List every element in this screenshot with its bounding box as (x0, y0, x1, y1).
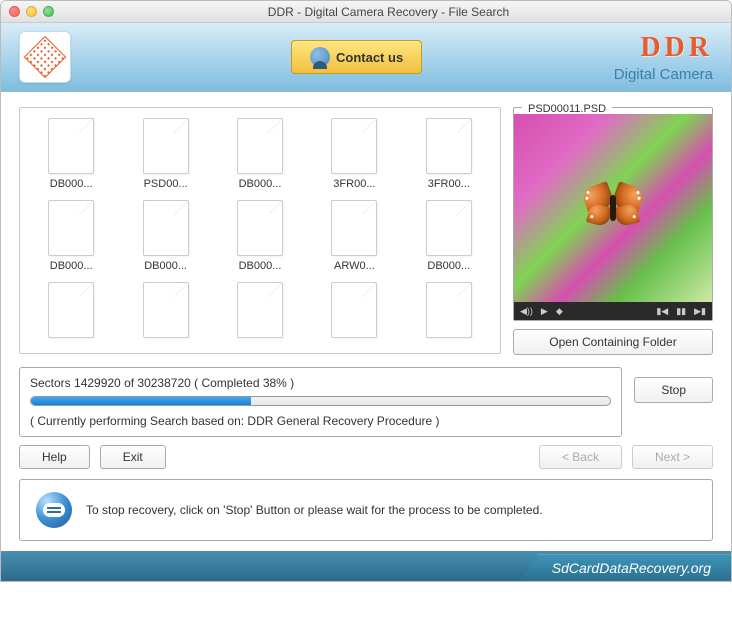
file-grid: DB000... PSD00... DB000... 3FR00... 3FR0… (32, 118, 488, 342)
preview-image[interactable] (514, 114, 712, 302)
progress-text: Sectors 1429920 of 30238720 ( Completed … (30, 376, 611, 390)
content: DB000... PSD00... DB000... 3FR00... 3FR0… (1, 92, 731, 551)
progress-fill (31, 397, 251, 405)
contact-button[interactable]: Contact us (291, 40, 422, 74)
file-item[interactable]: 3FR00... (315, 118, 393, 190)
pause-icon[interactable]: ▮▮ (676, 306, 686, 317)
file-item[interactable]: DB000... (32, 200, 110, 272)
file-icon (48, 282, 94, 338)
file-item[interactable]: PSD00... (126, 118, 204, 190)
info-icon (36, 492, 72, 528)
file-icon (426, 200, 472, 256)
file-icon (331, 118, 377, 174)
butterfly-icon (578, 183, 648, 233)
file-icon (237, 118, 283, 174)
next-icon[interactable]: ▶▮ (694, 306, 706, 317)
file-icon (331, 282, 377, 338)
pattern-icon (24, 36, 66, 78)
file-label: DB000... (40, 178, 102, 190)
file-label: DB000... (229, 260, 291, 272)
open-folder-button[interactable]: Open Containing Folder (513, 329, 713, 355)
file-item[interactable]: DB000... (221, 200, 299, 272)
file-icon (143, 118, 189, 174)
stop-button[interactable]: Stop (634, 377, 713, 403)
info-box: To stop recovery, click on 'Stop' Button… (19, 479, 713, 541)
brand: DDR Digital Camera (614, 32, 713, 83)
close-icon[interactable] (9, 6, 20, 17)
position-icon[interactable]: ◆ (556, 306, 563, 317)
file-label: DB000... (40, 260, 102, 272)
file-item[interactable]: ARW0... (315, 200, 393, 272)
file-icon (143, 200, 189, 256)
file-label: DB000... (418, 260, 480, 272)
minimize-icon[interactable] (26, 6, 37, 17)
file-icon (237, 282, 283, 338)
file-label: 3FR00... (418, 178, 480, 190)
file-label: PSD00... (135, 178, 197, 190)
titlebar: DDR - Digital Camera Recovery - File Sea… (1, 1, 731, 23)
contact-label: Contact us (336, 50, 403, 65)
brand-title: DDR (614, 32, 713, 64)
play-icon[interactable]: ▶ (541, 306, 548, 317)
preview-box: PSD00011.PSD ◀)) (513, 107, 713, 321)
file-icon (426, 118, 472, 174)
file-item[interactable]: DB000... (221, 118, 299, 190)
zoom-icon[interactable] (43, 6, 54, 17)
footer-site[interactable]: SdCardDataRecovery.org (520, 554, 731, 581)
preview-column: PSD00011.PSD ◀)) (513, 107, 713, 355)
media-controls: ◀)) ▶ ◆ ▮◀ ▮▮ ▶▮ (514, 302, 712, 320)
file-icon (426, 282, 472, 338)
file-label: DB000... (135, 260, 197, 272)
exit-button[interactable]: Exit (100, 445, 166, 469)
progress-bar (30, 396, 611, 406)
file-label: ARW0... (323, 260, 385, 272)
file-icon (48, 200, 94, 256)
back-button: < Back (539, 445, 622, 469)
file-item[interactable] (315, 282, 393, 342)
brand-subtitle: Digital Camera (614, 66, 713, 83)
nav-row: Help Exit < Back Next > (19, 445, 713, 469)
file-item[interactable] (126, 282, 204, 342)
file-grid-panel: DB000... PSD00... DB000... 3FR00... 3FR0… (19, 107, 501, 354)
file-item[interactable] (32, 282, 110, 342)
prev-icon[interactable]: ▮◀ (656, 306, 668, 317)
file-item[interactable] (221, 282, 299, 342)
app-window: DDR - Digital Camera Recovery - File Sea… (0, 0, 732, 582)
file-item[interactable]: 3FR00... (410, 118, 488, 190)
file-item[interactable]: DB000... (32, 118, 110, 190)
app-logo (19, 31, 71, 83)
footer: SdCardDataRecovery.org (1, 551, 731, 581)
header: Contact us DDR Digital Camera (1, 23, 731, 92)
file-icon (237, 200, 283, 256)
person-icon (310, 47, 330, 67)
file-icon (143, 282, 189, 338)
window-controls (9, 6, 54, 17)
progress-status: ( Currently performing Search based on: … (30, 414, 611, 428)
progress-panel: Sectors 1429920 of 30238720 ( Completed … (19, 367, 622, 437)
file-item[interactable]: DB000... (126, 200, 204, 272)
file-icon (331, 200, 377, 256)
file-label: DB000... (229, 178, 291, 190)
file-icon (48, 118, 94, 174)
next-button: Next > (632, 445, 713, 469)
file-item[interactable]: DB000... (410, 200, 488, 272)
window-title: DDR - Digital Camera Recovery - File Sea… (54, 5, 723, 19)
info-text: To stop recovery, click on 'Stop' Button… (86, 503, 543, 517)
file-item[interactable] (410, 282, 488, 342)
file-label: 3FR00... (323, 178, 385, 190)
volume-icon[interactable]: ◀)) (520, 306, 533, 317)
help-button[interactable]: Help (19, 445, 90, 469)
